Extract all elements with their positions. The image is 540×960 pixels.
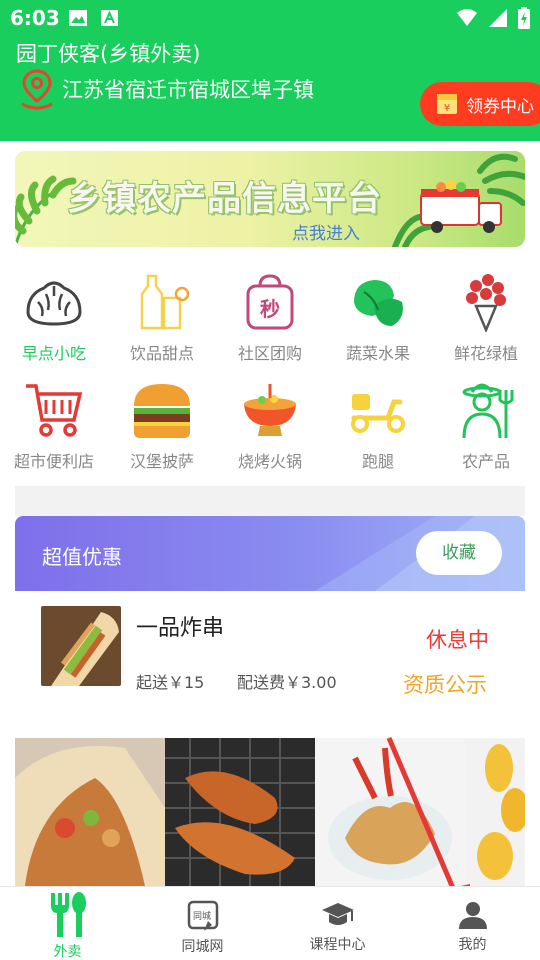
food-photo-wings[interactable]: [165, 738, 315, 886]
category-errands[interactable]: 跑腿: [324, 380, 432, 480]
header: 6:03 园丁侠客(乡镇外卖) 江苏省宿迁市宿城区埠子镇 ¥ 领券中心: [0, 0, 540, 141]
user-icon: [458, 902, 487, 929]
wifi-icon: [457, 9, 477, 26]
category-vegetables[interactable]: 蔬菜水果: [324, 272, 432, 372]
store-status: 休息中: [426, 628, 489, 652]
coupon-center-button[interactable]: ¥ 领券中心: [420, 82, 540, 126]
category-label: 农产品: [461, 452, 510, 471]
location-text: 江苏省宿迁市宿城区埠子镇: [62, 78, 314, 102]
coupon-icon: ¥: [437, 94, 457, 114]
deals-header: 超值优惠 收藏: [15, 516, 525, 591]
bun-icon: [26, 281, 82, 326]
nuggets-image: [465, 738, 525, 886]
store-card[interactable]: 一品炸串 起送￥15 配送费￥3.00 休息中 资质公示: [15, 591, 525, 737]
burrito-image: [15, 738, 165, 886]
scooter-icon: [351, 394, 405, 433]
graduation-cap-icon: [321, 903, 354, 925]
svg-text:¥: ¥: [444, 103, 450, 114]
location-pin-icon: [21, 69, 53, 110]
delivery-truck-illustration-icon: [392, 153, 525, 247]
category-label: 烧烤火锅: [237, 452, 302, 471]
category-burger[interactable]: 汉堡披萨: [108, 380, 216, 480]
category-agri-products[interactable]: 农产品: [432, 380, 540, 480]
fried-snack-image: [315, 738, 465, 886]
category-label: 汉堡披萨: [129, 452, 194, 471]
burger-icon: [134, 384, 190, 438]
tab-label: 外卖: [53, 944, 82, 960]
gallery-notification-icon: [69, 10, 87, 26]
category-label: 跑腿: [361, 452, 394, 471]
section-divider: [15, 486, 525, 516]
tab-courses[interactable]: 课程中心: [270, 887, 405, 960]
shopping-cart-icon: [26, 384, 83, 437]
banner-title: 乡镇农产品信息平台: [67, 179, 382, 219]
hotpot-icon: [244, 384, 296, 436]
coupon-center-label: 领券中心: [466, 96, 534, 117]
category-group-buy[interactable]: 秒 社区团购: [216, 272, 324, 372]
tab-mine[interactable]: 我的: [405, 887, 540, 960]
collect-button[interactable]: 收藏: [416, 531, 502, 575]
status-time: 6:03: [10, 6, 60, 30]
category-drinks[interactable]: 饮品甜点: [108, 272, 216, 372]
food-photo-nuggets[interactable]: [465, 738, 525, 886]
location-selector[interactable]: 江苏省宿迁市宿城区埠子镇: [18, 68, 314, 110]
flash-sale-bag-icon: 秒: [246, 274, 294, 330]
food-photo-wrap[interactable]: [15, 738, 165, 886]
tab-label: 我的: [458, 937, 487, 953]
font-notification-icon: [101, 10, 118, 26]
wrap-food-image: [41, 606, 121, 686]
agri-platform-banner[interactable]: 乡镇农产品信息平台 点我进入: [15, 151, 525, 247]
signal-icon: [489, 9, 507, 27]
tab-label: 课程中心: [309, 937, 366, 953]
flower-bouquet-icon: [466, 274, 506, 332]
tab-label: 同城网: [181, 939, 224, 955]
category-label: 饮品甜点: [129, 344, 194, 363]
svg-text:同城: 同城: [192, 911, 210, 922]
category-breakfast[interactable]: 早点小吃: [0, 272, 108, 372]
category-label: 社区团购: [237, 344, 302, 363]
category-label: 早点小吃: [21, 344, 86, 363]
store-name: 一品炸串: [136, 616, 225, 641]
deals-title: 超值优惠: [42, 545, 122, 569]
battery-icon: [518, 7, 530, 29]
category-supermarket[interactable]: 超市便利店: [0, 380, 108, 480]
city-net-icon: 同城: [187, 900, 218, 931]
drinks-icon: [140, 274, 190, 330]
vegetables-icon: [354, 280, 403, 326]
app-title: 园丁侠客(乡镇外卖): [16, 42, 201, 66]
banner-enter-link[interactable]: 点我进入: [292, 219, 360, 244]
store-min-order: 起送￥15: [136, 673, 205, 692]
food-photo-fried[interactable]: [315, 738, 465, 886]
bottom-nav: 外卖 同城 同城网 课程中心 我的: [0, 886, 540, 960]
qualification-link[interactable]: 资质公示: [403, 669, 487, 699]
svg-text:秒: 秒: [260, 297, 280, 321]
grilled-wings-image: [165, 738, 315, 886]
store-delivery-fee: 配送费￥3.00: [237, 673, 337, 692]
tab-city-net[interactable]: 同城 同城网: [135, 887, 270, 960]
farmer-icon: [462, 383, 514, 439]
status-bar: 6:03: [0, 0, 540, 36]
category-label: 超市便利店: [13, 452, 94, 471]
store-thumbnail: [41, 606, 121, 686]
category-bbq-hotpot[interactable]: 烧烤火锅: [216, 380, 324, 480]
category-label: 蔬菜水果: [345, 344, 410, 363]
fork-spoon-icon: [50, 892, 86, 937]
category-flowers[interactable]: 鲜花绿植: [432, 272, 540, 372]
tab-takeout[interactable]: 外卖: [0, 887, 135, 960]
category-label: 鲜花绿植: [453, 344, 518, 363]
